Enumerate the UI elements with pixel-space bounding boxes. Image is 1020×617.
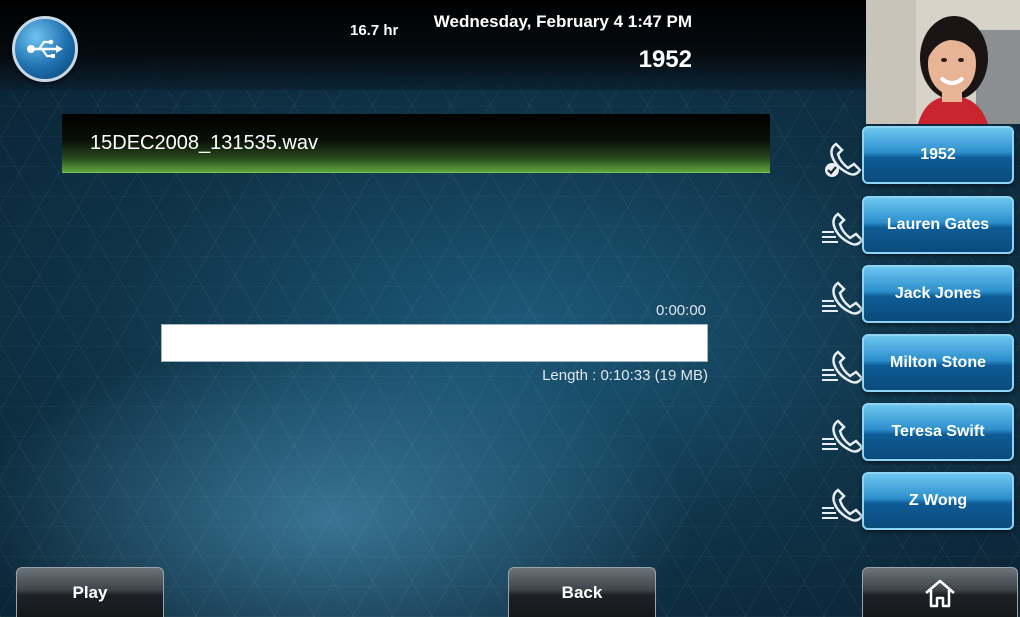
line-key-button[interactable]: 1952 [862,126,1014,184]
softkey-bar: Play Back [0,562,1020,617]
line-key-row: Z Wong [820,470,1020,532]
line-key-button[interactable]: Teresa Swift [862,403,1014,461]
home-button[interactable] [862,567,1018,617]
status-bar: 16.7 hr Wednesday, February 4 1:47 PM 19… [0,0,866,90]
speed-dial-handset-icon [822,281,864,315]
line-key-label: Lauren Gates [886,216,990,233]
phone-screen: 16.7 hr Wednesday, February 4 1:47 PM 19… [0,0,1020,617]
speed-dial-handset-icon [822,488,864,522]
line-keys: 1952 Lauren Gates Jack Jones Milton Stone Te… [820,124,1020,544]
line-key-row: Milton Stone [820,332,1020,394]
line-key-label: Milton Stone [890,354,986,371]
phone-extension: 1952 [638,46,692,73]
line-key-row: 1952 [820,124,1020,186]
back-button-label: Back [561,582,603,602]
file-name-bar: 15DEC2008_131535.wav [62,114,770,173]
line-key-row: Teresa Swift [820,401,1020,463]
recording-filename: 15DEC2008_131535.wav [90,132,318,154]
speed-dial-handset-icon [822,212,864,246]
playback-position: 0:00:00 [655,302,706,319]
line-key-button[interactable]: Lauren Gates [862,196,1014,254]
usb-button[interactable] [12,16,78,82]
line-key-row: Jack Jones [820,263,1020,325]
usb-icon [27,39,63,58]
user-photo [866,0,1020,124]
line-key-button[interactable]: Jack Jones [862,265,1014,323]
play-button-label: Play [72,582,108,602]
play-button[interactable]: Play [16,567,164,617]
line-key-button[interactable]: Z Wong [862,472,1014,530]
line-key-label: 1952 [920,146,956,163]
line-key-label: Z Wong [908,492,968,509]
line-key-label: Jack Jones [894,285,982,302]
speed-dial-handset-icon [822,350,864,384]
registered-line-handset-icon [825,142,862,177]
recording-length: Length : 0:10:33 (19 MB) [542,367,708,384]
home-icon [925,579,955,607]
line-key-row: Lauren Gates [820,194,1020,256]
recording-time-remaining: 16.7 hr [350,22,399,39]
line-key-button[interactable]: Milton Stone [862,334,1014,392]
speed-dial-handset-icon [822,419,864,453]
line-key-label: Teresa Swift [891,423,985,440]
date-time: Wednesday, February 4 1:47 PM [433,12,692,31]
playback-progress-bar[interactable] [161,324,708,362]
back-button[interactable]: Back [508,567,656,617]
